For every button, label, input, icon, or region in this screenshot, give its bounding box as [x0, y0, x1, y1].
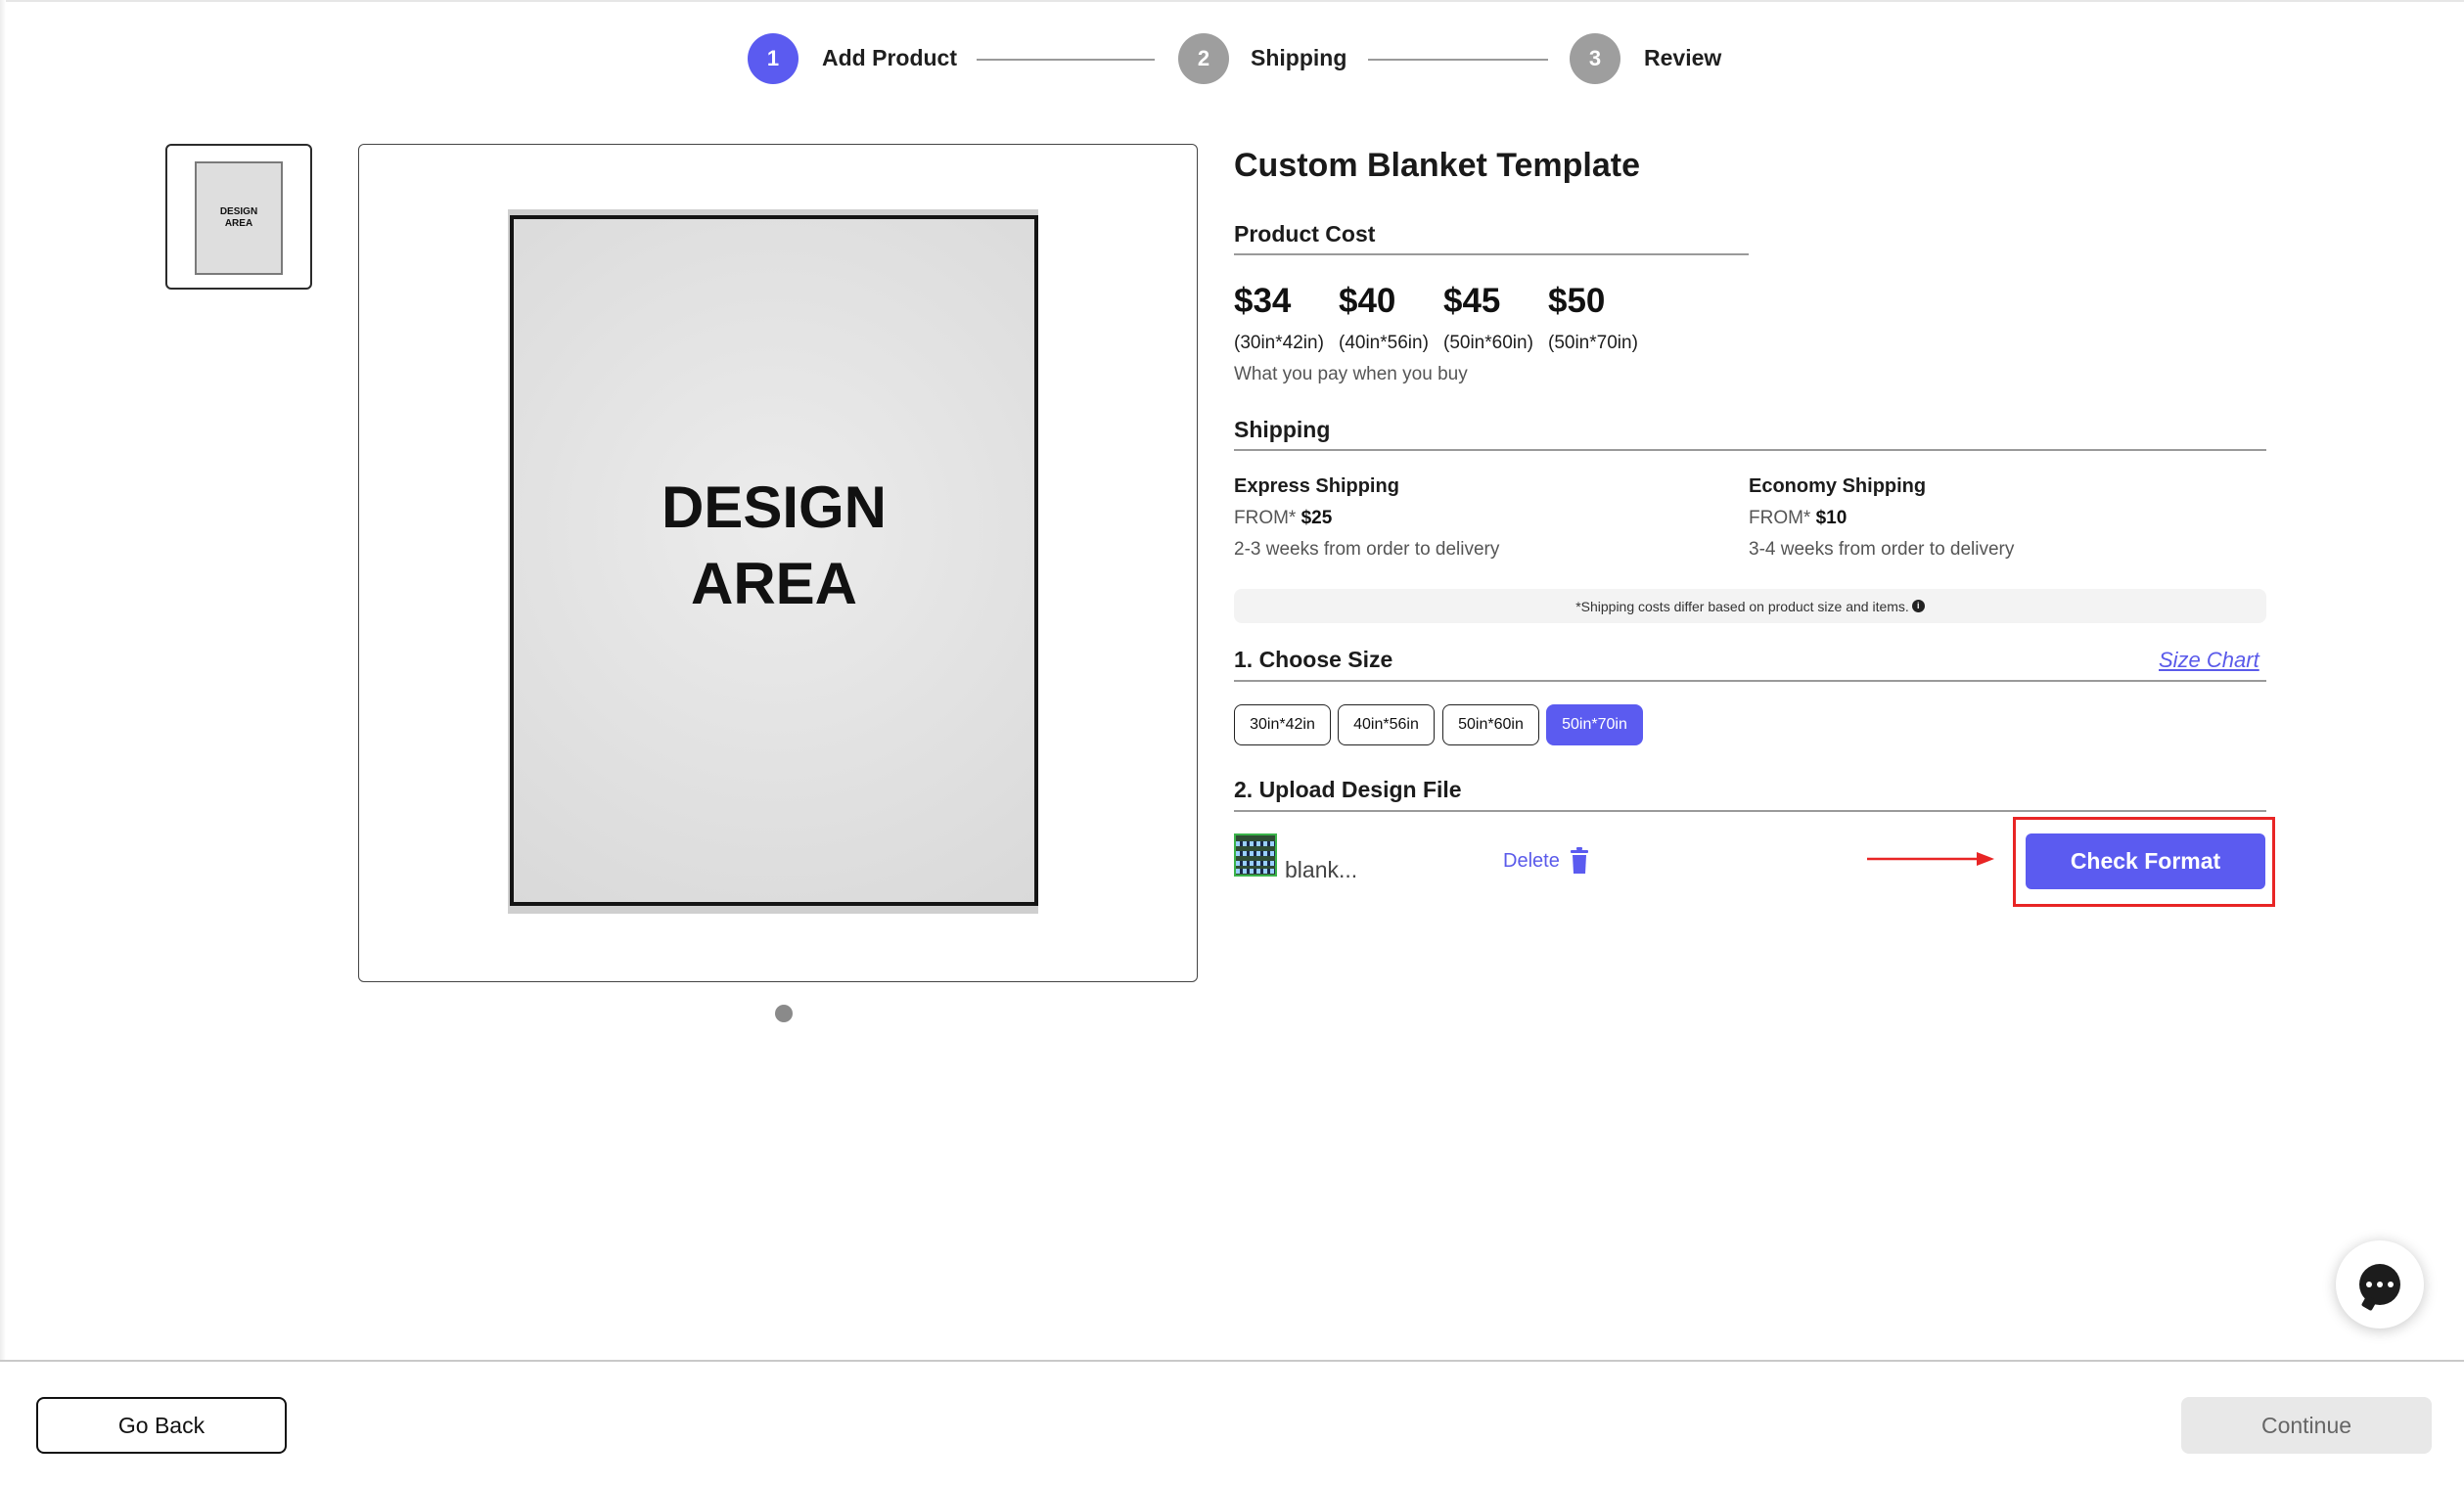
shipping-time: 3-4 weeks from order to delivery: [1749, 539, 2015, 560]
price-size: (50in*70in): [1548, 333, 1638, 353]
progress-stepper: 1 Add Product 2 Shipping 3 Review: [0, 33, 2464, 88]
step-2-label: Shipping: [1251, 45, 1347, 70]
go-back-button[interactable]: Go Back: [36, 1397, 287, 1454]
express-shipping-option: Express Shipping FROM* $25 2-3 weeks fro…: [1234, 475, 1499, 561]
shipping-from: FROM* $25: [1234, 508, 1333, 528]
footer-divider: [0, 1360, 2464, 1362]
price-value: $50: [1548, 282, 1606, 320]
price-option: $45 (50in*60in): [1443, 280, 1533, 354]
price-size: (50in*60in): [1443, 333, 1533, 353]
shipping-time: 2-3 weeks from order to delivery: [1234, 539, 1500, 560]
step-3-circle: 3: [1570, 33, 1620, 84]
size-option-40x56[interactable]: 40in*56in: [1338, 704, 1435, 745]
chat-widget-button[interactable]: [2336, 1240, 2424, 1328]
thumbnail-image: DESIGN AREA: [195, 161, 283, 275]
divider: [1234, 449, 2266, 451]
price-value: $45: [1443, 282, 1501, 320]
price-option: $34 (30in*42in): [1234, 280, 1324, 354]
product-thumbnail[interactable]: DESIGN AREA: [165, 144, 312, 290]
shipping-title: Economy Shipping: [1749, 475, 1927, 497]
design-area-text: DESIGN AREA: [661, 474, 888, 616]
delete-label: Delete: [1503, 849, 1560, 872]
continue-button[interactable]: Continue: [2181, 1397, 2432, 1454]
divider: [1234, 253, 1749, 255]
choose-size-label: 1. Choose Size: [1234, 647, 1393, 672]
economy-shipping-option: Economy Shipping FROM* $10 3-4 weeks fro…: [1749, 475, 2014, 561]
step-2-circle: 2: [1178, 33, 1229, 84]
divider: [1234, 680, 2266, 682]
step-3-label: Review: [1644, 45, 1722, 70]
price-size: (40in*56in): [1339, 333, 1429, 353]
product-title: Custom Blanket Template: [1234, 147, 1641, 184]
price-value: $34: [1234, 282, 1292, 320]
uploaded-file-name: blank...: [1285, 857, 1358, 882]
size-option-50x70[interactable]: 50in*70in: [1546, 704, 1643, 745]
pay-note: What you pay when you buy: [1234, 364, 1468, 384]
delete-file-button[interactable]: Delete: [1503, 847, 1589, 875]
shipping-notice-text: *Shipping costs differ based on product …: [1575, 598, 1909, 614]
divider: [1234, 810, 2266, 812]
left-edge-shadow: [0, 0, 6, 1360]
thumbnail-text: DESIGN AREA: [219, 206, 258, 229]
size-option-30x42[interactable]: 30in*42in: [1234, 704, 1331, 745]
upload-design-label: 2. Upload Design File: [1234, 777, 1462, 802]
product-preview: DESIGN AREA: [358, 144, 1198, 982]
check-format-button[interactable]: Check Format: [2026, 833, 2265, 889]
uploaded-file-thumbnail: [1234, 833, 1277, 877]
size-option-50x60[interactable]: 50in*60in: [1442, 704, 1539, 745]
top-border: [0, 0, 2464, 2]
price-value: $40: [1339, 282, 1396, 320]
price-size: (30in*42in): [1234, 333, 1324, 353]
shipping-from: FROM* $10: [1749, 508, 1848, 528]
shipping-price: $10: [1815, 508, 1848, 528]
price-option: $40 (40in*56in): [1339, 280, 1429, 354]
shipping-label: Shipping: [1234, 417, 1331, 442]
trash-icon: [1570, 847, 1588, 874]
step-connector: [977, 59, 1155, 61]
step-1-label: Add Product: [822, 45, 957, 70]
shipping-notice: *Shipping costs differ based on product …: [1234, 589, 2266, 623]
product-cost-label: Product Cost: [1234, 221, 1376, 247]
shipping-title: Express Shipping: [1234, 475, 1399, 497]
carousel-dot[interactable]: [775, 1005, 793, 1022]
size-chart-link[interactable]: Size Chart: [2159, 648, 2259, 673]
shipping-price: $25: [1300, 508, 1333, 528]
price-option: $50 (50in*70in): [1548, 280, 1638, 354]
chat-icon: [2359, 1264, 2400, 1305]
design-area-canvas: DESIGN AREA: [510, 215, 1038, 906]
info-icon[interactable]: i: [1911, 600, 1925, 612]
step-1-circle: 1: [748, 33, 799, 84]
arrow-right-icon: [1867, 852, 1994, 866]
step-connector: [1368, 59, 1548, 61]
